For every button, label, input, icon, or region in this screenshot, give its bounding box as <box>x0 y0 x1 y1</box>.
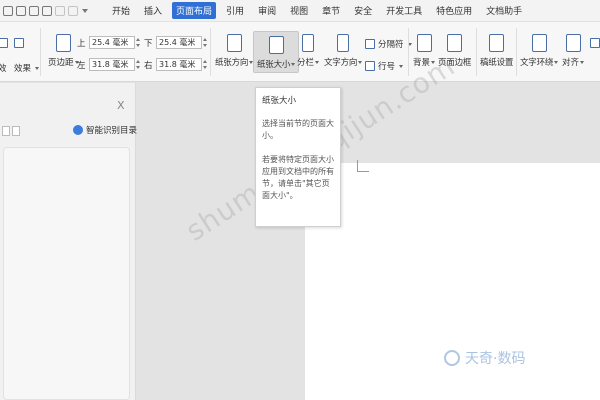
margins-label: 页边距 <box>48 56 79 68</box>
font-theme-icon <box>14 38 24 48</box>
page-border-icon <box>447 34 463 52</box>
text-direction-button[interactable]: 文字方向 <box>324 34 363 68</box>
align-icon <box>565 34 581 52</box>
columns-label: 分栏 <box>297 56 320 68</box>
manuscript-label: 稿纸设置 <box>480 58 514 68</box>
align-button[interactable]: 对齐 <box>562 34 585 68</box>
margin-bottom-input[interactable]: 25.4 毫米 <box>156 36 202 49</box>
breaks-icon <box>365 39 375 49</box>
orientation-label: 纸张方向 <box>215 56 254 68</box>
nav-arrows <box>2 126 20 136</box>
print-icon[interactable] <box>29 5 39 16</box>
margin-top-spinner[interactable] <box>135 36 142 49</box>
margin-bottom-field: 下 25.4 毫米 <box>144 36 209 49</box>
tooltip-extra: 若要将特定页面大小应用到文档中的所有节，请单击"其它页面大小"。 <box>262 155 334 200</box>
rotate-icon <box>590 38 600 48</box>
orientation-icon <box>226 34 242 52</box>
effects-button[interactable]: 效 <box>0 62 7 74</box>
line-numbers-button[interactable]: 行号 <box>365 60 404 72</box>
margin-top-input[interactable]: 25.4 毫米 <box>89 36 135 49</box>
ribbon: 效 效果 页边距 上 25.4 毫米 下 25.4 毫米 左 31.8 毫米 右… <box>0 22 600 82</box>
tooltip-title: 纸张大小 <box>262 96 297 106</box>
redo-icon[interactable] <box>68 5 78 16</box>
align-label: 对齐 <box>562 56 585 68</box>
paper-size-tooltip: 纸张大小 选择当前节的页面大小。 若要将特定页面大小应用到文档中的所有节，请单击… <box>255 87 341 227</box>
margin-right-field: 右 31.8 毫米 <box>144 58 209 71</box>
margin-right-input[interactable]: 31.8 毫米 <box>156 58 202 71</box>
quick-access-toolbar <box>0 5 108 16</box>
smart-toc-button[interactable]: 智能识别目录 <box>73 124 137 136</box>
margin-top-field: 上 25.4 毫米 <box>77 36 142 49</box>
breaks-button[interactable]: 分隔符 <box>365 38 412 50</box>
background-icon <box>416 34 432 52</box>
manuscript-settings-button[interactable]: 稿纸设置 <box>480 34 513 68</box>
toc-list-area <box>3 147 130 400</box>
preview-icon[interactable] <box>42 5 52 16</box>
tab-doc-assistant[interactable]: 文档助手 <box>482 2 526 19</box>
effects-button-2[interactable]: 效果 <box>14 62 40 74</box>
margins-icon <box>55 34 71 52</box>
nav-next-button[interactable] <box>12 126 20 136</box>
text-direction-icon <box>337 34 350 52</box>
tab-insert[interactable]: 插入 <box>140 2 166 19</box>
text-wrap-button[interactable]: 文字环绕 <box>520 34 559 68</box>
text-wrap-icon <box>531 34 547 52</box>
tab-security[interactable]: 安全 <box>350 2 376 19</box>
navigation-panel: X 智能识别目录 <box>0 83 137 400</box>
paper-size-button[interactable]: 纸张大小 <box>253 31 300 73</box>
close-panel-button[interactable]: X <box>117 99 125 112</box>
tab-page-layout[interactable]: 页面布局 <box>172 2 217 19</box>
tab-developer[interactable]: 开发工具 <box>382 2 426 19</box>
customize-dropdown-icon[interactable] <box>81 6 89 16</box>
manuscript-icon <box>489 34 505 52</box>
margin-left-field: 左 31.8 毫米 <box>77 58 142 71</box>
columns-button[interactable]: 分栏 <box>297 34 320 68</box>
text-direction-label: 文字方向 <box>324 56 363 68</box>
tab-references[interactable]: 引用 <box>222 2 248 19</box>
menu-icon[interactable] <box>3 5 13 16</box>
save-icon[interactable] <box>16 5 26 16</box>
tab-home[interactable]: 开始 <box>108 2 134 19</box>
line-numbers-icon <box>365 61 375 71</box>
columns-icon <box>302 34 314 52</box>
tab-review[interactable]: 审阅 <box>254 2 280 19</box>
orientation-button[interactable]: 纸张方向 <box>215 34 254 68</box>
text-wrap-label: 文字环绕 <box>520 56 559 68</box>
theme-colors-button[interactable] <box>0 38 8 48</box>
theme-fonts-button[interactable] <box>14 38 24 48</box>
menu-bar: 开始 插入 页面布局 引用 审阅 视图 章节 安全 开发工具 特色应用 文档助手 <box>0 0 600 22</box>
margin-left-input[interactable]: 31.8 毫米 <box>89 58 135 71</box>
margin-right-spinner[interactable] <box>202 58 209 71</box>
tooltip-description: 选择当前节的页面大小。 <box>262 119 334 140</box>
brand-text: 天奇·数码 <box>465 351 526 367</box>
ai-icon <box>73 125 83 135</box>
tab-section[interactable]: 章节 <box>318 2 344 19</box>
tab-view[interactable]: 视图 <box>286 2 312 19</box>
margin-corner-marker <box>357 160 369 172</box>
paper-size-label: 纸张大小 <box>257 58 296 70</box>
tab-special-apps[interactable]: 特色应用 <box>432 2 476 19</box>
color-icon <box>0 38 8 48</box>
margin-left-spinner[interactable] <box>135 58 142 71</box>
margin-bottom-spinner[interactable] <box>202 36 209 49</box>
margins-button[interactable]: 页边距 <box>48 34 79 68</box>
nav-prev-button[interactable] <box>2 126 10 136</box>
brand-logo-icon <box>444 350 460 366</box>
rotate-button[interactable] <box>590 38 600 48</box>
paper-size-icon <box>268 36 284 54</box>
undo-icon[interactable] <box>55 5 65 16</box>
brand-watermark: 天奇·数码 <box>444 348 525 368</box>
